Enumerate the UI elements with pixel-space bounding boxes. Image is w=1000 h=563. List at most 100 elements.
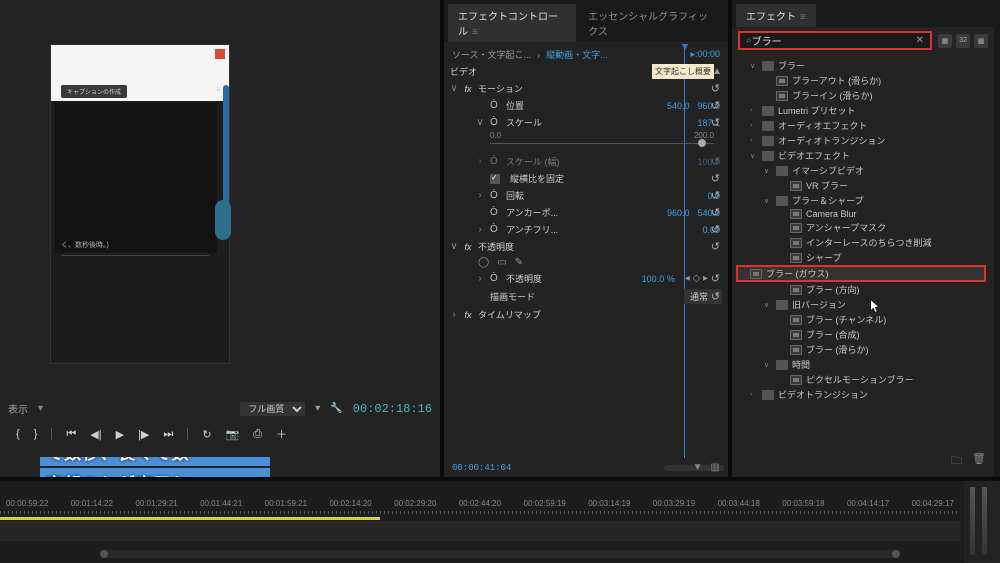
pen-mask-icon[interactable]: ✎	[515, 257, 523, 268]
reset-icon[interactable]: ↺	[711, 290, 720, 303]
disclosure-icon[interactable]: ∨	[764, 361, 772, 369]
pane-divider[interactable]	[0, 477, 1000, 480]
effect-Camera Blur[interactable]: Camera Blur	[736, 208, 992, 220]
reset-icon[interactable]: ↺	[711, 99, 720, 112]
position-row[interactable]: Ò位置540.0960.0↺	[450, 97, 722, 114]
effect-ブラー (滑らか)[interactable]: ブラー (滑らか)	[736, 342, 992, 357]
effect-シャープ[interactable]: シャープ	[736, 250, 992, 265]
ec-timecode[interactable]: 00:00:41:04	[452, 463, 511, 473]
disclosure-icon[interactable]: ∨	[750, 62, 758, 70]
disclosure-icon[interactable]: ›	[750, 107, 758, 114]
go-last-button[interactable]: ⏭	[163, 428, 173, 441]
hamburger-icon[interactable]: ≡	[216, 85, 221, 94]
mark-in-button[interactable]: {	[16, 428, 20, 440]
folder-イマーシブビデオ[interactable]: ∨イマーシブビデオ	[736, 163, 992, 178]
panel-menu-icon[interactable]: ≡	[472, 27, 478, 38]
stopwatch-icon[interactable]: Ò	[490, 273, 500, 284]
stopwatch-icon[interactable]: Ò	[490, 224, 500, 235]
fit-select[interactable]: フル画質	[240, 402, 305, 416]
clear-search-icon[interactable]: ✕	[916, 35, 924, 46]
effect-インターレースのちらつき削減[interactable]: インターレースのちらつき削減	[736, 235, 992, 250]
effect-ブラー (ガウス)[interactable]: ブラー (ガウス)	[736, 265, 986, 282]
eye-icon[interactable]: ▲	[712, 66, 722, 77]
reset-icon[interactable]: ↺	[711, 189, 720, 202]
effect-ブラー (合成)[interactable]: ブラー (合成)	[736, 327, 992, 342]
zoom-scrollbar[interactable]	[100, 550, 900, 558]
disclosure-icon[interactable]: ›	[750, 137, 758, 144]
pane-divider[interactable]	[440, 0, 444, 477]
folder-ブラー＆シャープ[interactable]: ∨ブラー＆シャープ	[736, 193, 992, 208]
folder-ビデオエフェクト[interactable]: ∨ビデオエフェクト	[736, 148, 992, 163]
panel-menu-icon[interactable]: ≡	[800, 12, 806, 23]
delete-icon[interactable]: 🗑	[972, 452, 986, 471]
disclosure-icon[interactable]: ∨	[750, 152, 758, 160]
effects-toggle-icon[interactable]: ▥	[711, 462, 720, 473]
work-area-bar[interactable]	[0, 517, 380, 520]
reset-icon[interactable]: ↺	[711, 82, 720, 95]
tab-effect-controls[interactable]: エフェクトコントロール≡	[448, 4, 576, 42]
effects-search[interactable]: ⌕ ✕	[738, 31, 932, 50]
disclosure-icon[interactable]: ∨	[764, 197, 772, 205]
disclosure-icon[interactable]: ›	[750, 122, 758, 129]
effect-アンシャープマスク[interactable]: アンシャープマスク	[736, 220, 992, 235]
effect-ブラー (チャンネル)[interactable]: ブラー (チャンネル)	[736, 312, 992, 327]
anchor-row[interactable]: Òアンカーポ...960.0540.0↺	[450, 204, 722, 221]
effect-ピクセルモーションブラー[interactable]: ピクセルモーションブラー	[736, 372, 992, 387]
yuv-filter-icon[interactable]: ▦	[974, 34, 988, 48]
ellipse-mask-icon[interactable]: ◯	[478, 257, 489, 268]
loop-button[interactable]: ↻	[202, 428, 211, 441]
folder-Lumetri プリセット[interactable]: ›Lumetri プリセット	[736, 103, 992, 118]
time-remap-group[interactable]: ›fxタイムリマップ	[450, 306, 722, 323]
disclosure-icon[interactable]: ∨	[764, 301, 772, 309]
folder-旧バージョン[interactable]: ∨旧バージョン	[736, 297, 992, 312]
new-bin-icon[interactable]: 🗀	[951, 452, 962, 471]
reset-icon[interactable]: ↺	[711, 206, 720, 219]
sequence-link[interactable]: 縦動画・文字...	[546, 48, 608, 61]
reset-icon[interactable]: ↺	[711, 272, 720, 285]
folder-オーディオトランジション[interactable]: ›オーディオトランジション	[736, 133, 992, 148]
folder-ブラー[interactable]: ∨ブラー	[736, 58, 992, 73]
play-button[interactable]: ▶	[116, 428, 124, 441]
tab-essential-graphics[interactable]: エッセンシャルグラフィックス	[578, 4, 724, 42]
reset-icon[interactable]: ↺	[711, 223, 720, 236]
folder-ビデオトランジション[interactable]: ›ビデオトランジション	[736, 387, 992, 402]
playhead-icon[interactable]	[682, 44, 688, 50]
step-back-button[interactable]: ◀|	[90, 428, 101, 441]
effect-ブラーアウト (滑らか)[interactable]: ブラーアウト (滑らか)	[736, 73, 992, 88]
time-ruler[interactable]: 00:00:59:2200:01:14:2200:01:29:2100:01:4…	[0, 499, 960, 513]
32bit-filter-icon[interactable]: 32	[956, 34, 970, 48]
stopwatch-icon[interactable]: Ò	[490, 207, 500, 218]
track-area[interactable]	[0, 521, 960, 541]
scale-row[interactable]: ∨Òスケール187.1↺	[450, 114, 722, 131]
opacity-value-row[interactable]: ›Ò不透明度100.0 %↺◂ ◇ ▸	[450, 270, 722, 287]
rotation-row[interactable]: ›Ò回転0.0↺	[450, 187, 722, 204]
accelerated-filter-icon[interactable]: ▦	[938, 34, 952, 48]
stopwatch-icon[interactable]: Ò	[490, 190, 500, 201]
go-first-button[interactable]: ⏮	[66, 428, 76, 441]
keyframe-nav-icon[interactable]: ◂ ◇ ▸	[685, 273, 708, 284]
antiflicker-row[interactable]: ›Òアンチフリ...0.00↺	[450, 221, 722, 238]
effect-ブラーイン (滑らか)[interactable]: ブラーイン (滑らか)	[736, 88, 992, 103]
folder-時間[interactable]: ∨時間	[736, 357, 992, 372]
camera-icon[interactable]: 📷	[226, 428, 240, 441]
stopwatch-icon[interactable]: Ò	[490, 100, 500, 111]
step-fwd-button[interactable]: |▶	[138, 428, 149, 441]
reset-icon[interactable]: ↺	[711, 116, 720, 129]
effect-ブラー (方向)[interactable]: ブラー (方向)	[736, 282, 992, 297]
blend-mode-row[interactable]: 描画モード通常↺	[450, 287, 722, 306]
wrench-icon[interactable]: 🔧	[330, 403, 342, 414]
add-button[interactable]: ＋	[276, 426, 287, 442]
checkbox-icon[interactable]	[490, 174, 500, 184]
reset-icon[interactable]: ↺	[711, 240, 720, 253]
effect-VR ブラー[interactable]: VR ブラー	[736, 178, 992, 193]
search-input[interactable]	[752, 35, 912, 46]
motion-group[interactable]: ∨fxモーション↺	[450, 80, 722, 97]
mask-icons-row[interactable]: ◯▭✎	[450, 255, 722, 270]
mark-out-button[interactable]: }	[34, 428, 38, 440]
disclosure-icon[interactable]: ∨	[764, 167, 772, 175]
reset-icon[interactable]: ↺	[711, 172, 720, 185]
pane-divider[interactable]	[728, 0, 732, 477]
zoom-out-icon[interactable]: ▼	[693, 462, 703, 473]
export-frame-button[interactable]: ⎙	[253, 428, 262, 441]
folder-オーディオエフェクト[interactable]: ›オーディオエフェクト	[736, 118, 992, 133]
